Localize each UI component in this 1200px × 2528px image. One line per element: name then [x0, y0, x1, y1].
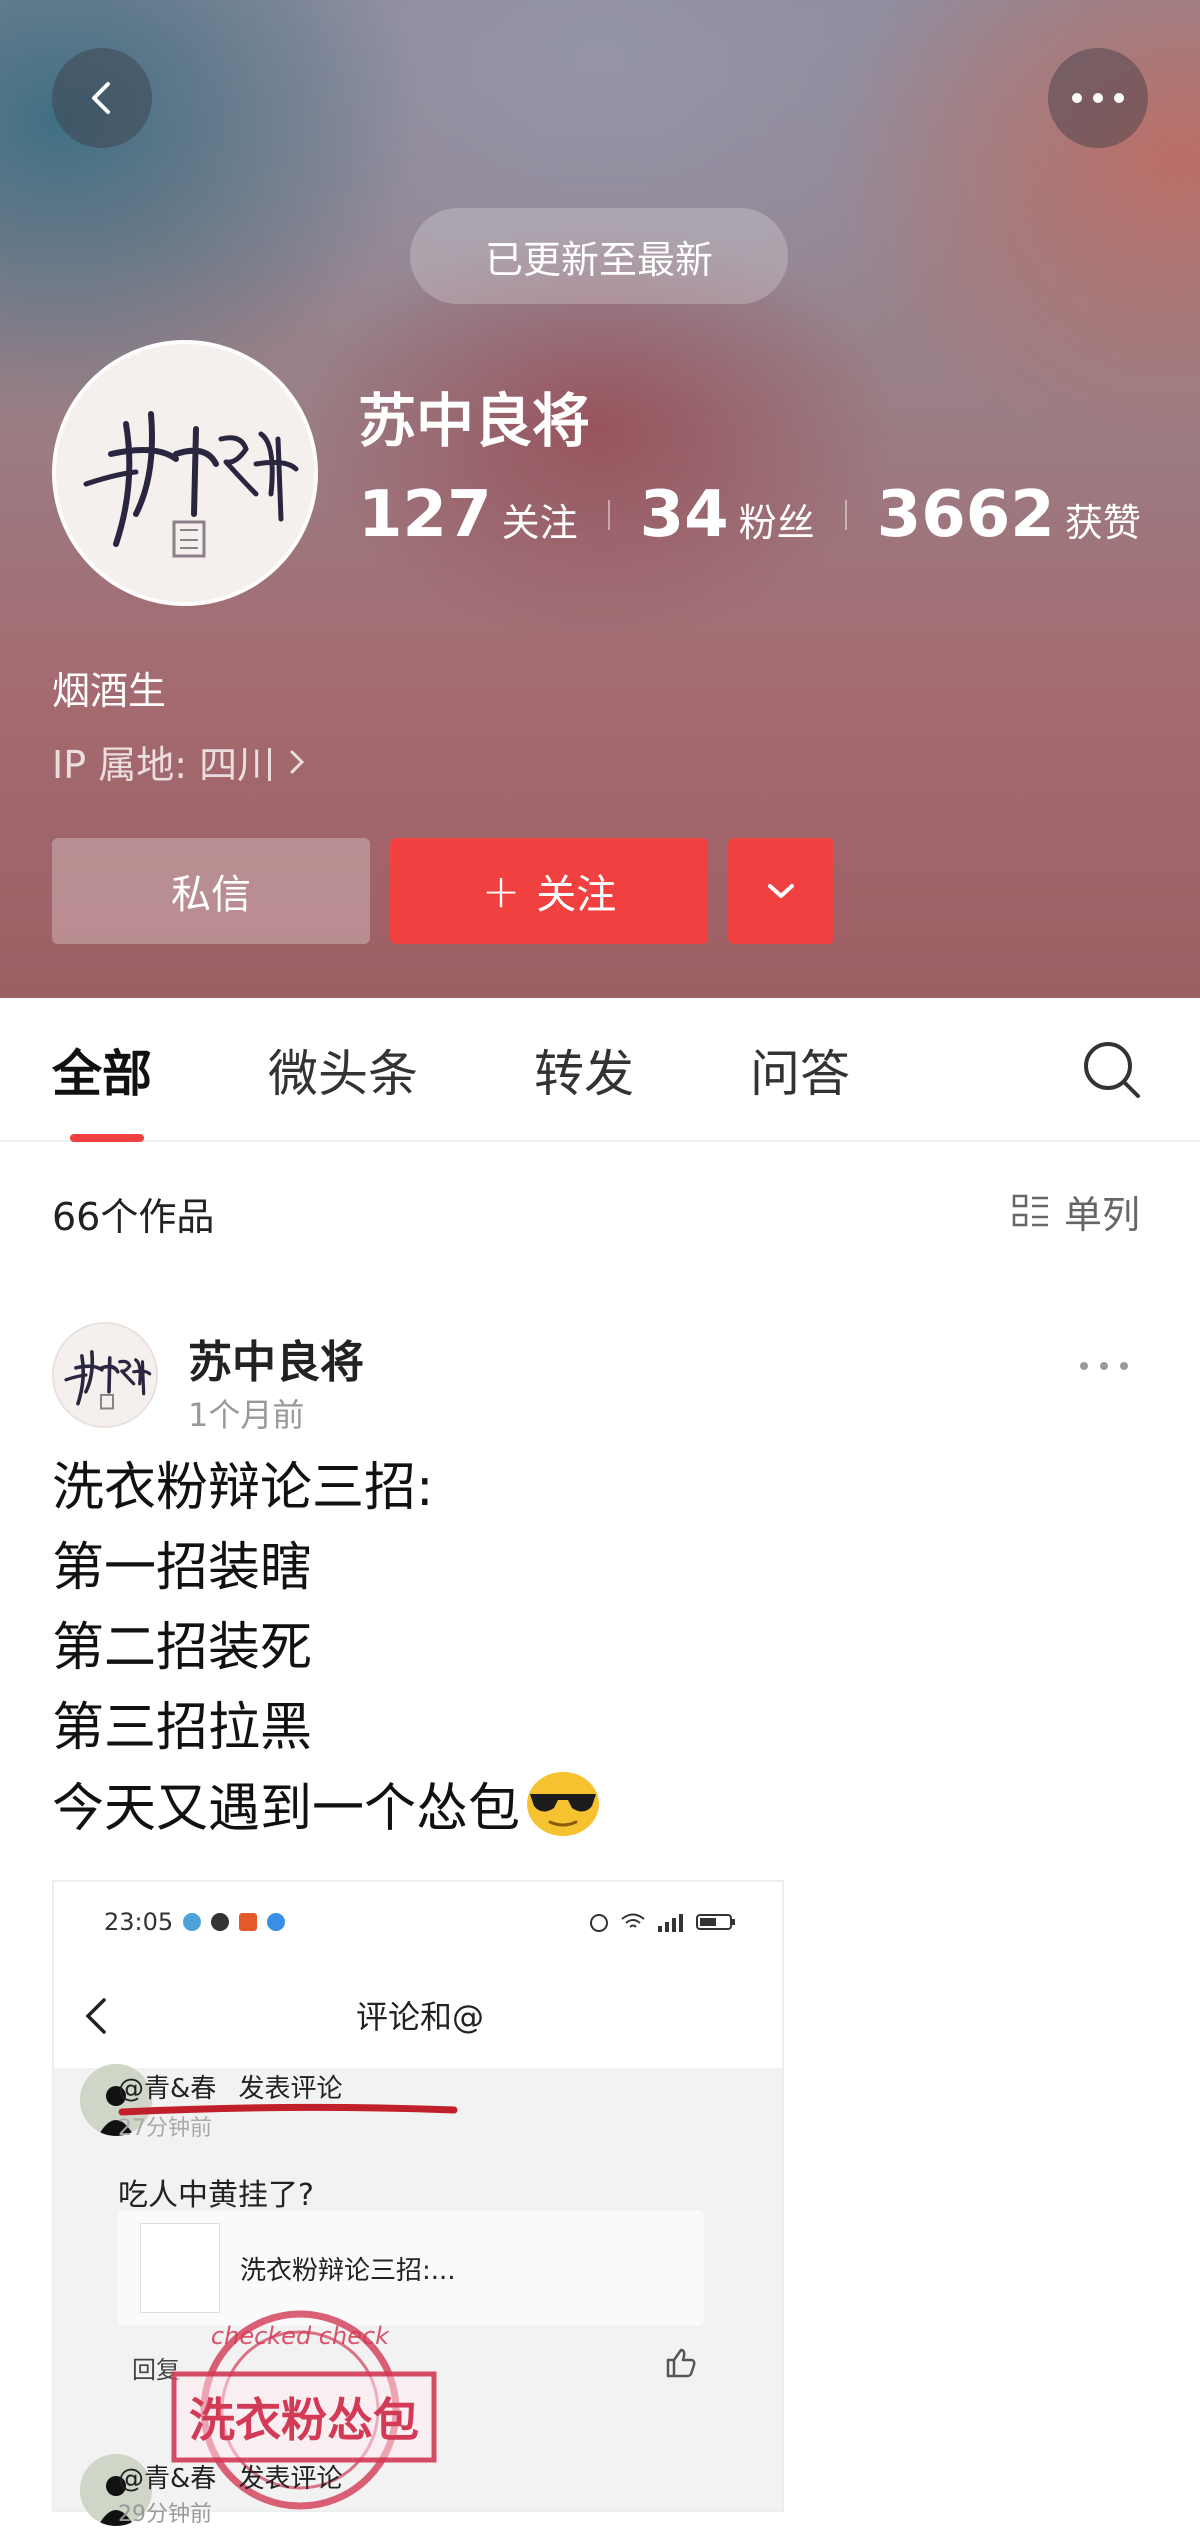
- thumbs-up-icon: [666, 2348, 696, 2378]
- likes-label: 获赞: [1064, 501, 1141, 545]
- dot: [1100, 1362, 1108, 1370]
- comment-text: 吃人中黄挂了?: [118, 2178, 314, 2213]
- ip-location-text: IP 属地: 四川: [52, 743, 276, 787]
- dot: [1120, 1362, 1128, 1370]
- followers-label[interactable]: 粉丝: [739, 492, 815, 547]
- comment-time: 29分钟前: [118, 2502, 212, 2527]
- profile-avatar[interactable]: [52, 340, 318, 606]
- shot-status-icons: [588, 1911, 736, 1933]
- signal-icon: [658, 1914, 683, 1932]
- chevron-right-icon: [290, 750, 305, 773]
- active-tab-indicator: [70, 1134, 144, 1142]
- follow-button[interactable]: + 关注: [390, 838, 708, 944]
- plus-icon: +: [481, 864, 521, 918]
- back-button[interactable]: [52, 48, 152, 148]
- chevron-left-icon: [92, 82, 110, 114]
- ip-location-link[interactable]: IP 属地: 四川: [52, 734, 305, 789]
- message-button[interactable]: 私信: [52, 838, 370, 944]
- post-line: 今天又遇到一个怂包: [52, 1779, 521, 1839]
- shot-status-time: 23:05: [104, 1908, 174, 1936]
- followers-count[interactable]: 34: [640, 478, 729, 552]
- search-icon[interactable]: [1080, 1038, 1144, 1102]
- shot-title: 评论和@: [355, 1998, 484, 2036]
- content-tabs: 全部 微头条 转发 问答: [0, 998, 1200, 1142]
- stat-divider: [844, 500, 847, 530]
- app-dot-icon: [183, 1913, 202, 1931]
- post-line: 第三招拉黑: [52, 1698, 313, 1758]
- chevron-left-icon: [85, 1998, 106, 2034]
- shot-nav-bar: 评论和@: [54, 1962, 782, 2068]
- more-horizontal-icon: [1072, 93, 1124, 103]
- comment-action: 发表评论: [238, 2464, 343, 2494]
- commenter-name: @青&春: [118, 2464, 217, 2494]
- profile-name: 苏中良将: [358, 387, 591, 455]
- alarm-icon: [590, 1914, 608, 1932]
- chat-dot-icon: [211, 1913, 230, 1931]
- commenter-line: @青&春 发表评论: [118, 2458, 343, 2495]
- dot: [1080, 1362, 1088, 1370]
- list-layout-icon: [1012, 1194, 1048, 1226]
- shot-status-bar: 23:05: [54, 1882, 782, 1962]
- wifi-icon: [621, 1913, 645, 1928]
- post-body[interactable]: 洗衣粉辩论三招: 第一招装瞎 第二招装死 第三招拉黑 今天又遇到一个怂包: [52, 1448, 602, 1849]
- likes-count: 3662: [876, 478, 1055, 552]
- layout-toggle-button[interactable]: 单列: [1012, 1184, 1140, 1239]
- post-line: 洗衣粉辩论三招:: [52, 1458, 434, 1518]
- calligraphy-logo-image: [54, 1324, 156, 1426]
- follow-button-label: 关注: [536, 872, 617, 918]
- chevron-down-icon: [768, 884, 794, 898]
- app-badge-icon: [239, 1913, 258, 1931]
- layout-toggle-label: 单列: [1064, 1193, 1141, 1237]
- post-author-avatar[interactable]: [52, 1322, 158, 1428]
- stat-divider: [607, 500, 610, 530]
- post-author-name[interactable]: 苏中良将: [188, 1326, 364, 1390]
- tab-all[interactable]: 全部: [52, 1034, 152, 1106]
- calligraphy-logo-image: [56, 344, 314, 602]
- follow-dropdown-button[interactable]: [728, 838, 834, 944]
- more-options-button[interactable]: [1048, 48, 1148, 148]
- message-button-label: 私信: [171, 872, 251, 918]
- linked-post-text: 洗衣粉辩论三招:...: [240, 2255, 456, 2286]
- profile-signature: 烟酒生: [52, 669, 167, 713]
- tab-micro-headlines[interactable]: 微头条: [268, 1034, 418, 1106]
- tab-reposts[interactable]: 转发: [534, 1034, 634, 1106]
- app-dot-icon: [267, 1913, 286, 1931]
- battery-icon: [696, 1914, 735, 1930]
- works-count: 66个作品: [52, 1195, 215, 1239]
- sunglasses-emoji-icon: [527, 1772, 600, 1836]
- post-line-with-emoji: 今天又遇到一个怂包: [52, 1768, 602, 1849]
- post-line: 第一招装瞎: [52, 1538, 313, 1598]
- post-line: 第二招装死: [52, 1618, 313, 1678]
- stamp-ring-text: checked check: [211, 2322, 390, 2350]
- post-timestamp: 1个月前: [188, 1396, 305, 1434]
- following-label[interactable]: 关注: [502, 492, 578, 547]
- updated-status-pill: 已更新至最新: [410, 208, 788, 304]
- post-more-icon[interactable]: [1080, 1362, 1128, 1370]
- tab-qa[interactable]: 问答: [750, 1034, 850, 1106]
- comment-time: 27分钟前: [118, 2116, 212, 2141]
- stamp-text: 洗衣粉怂包: [189, 2393, 419, 2447]
- profile-stats: 127 关注 34 粉丝 3662 获赞: [358, 478, 1141, 552]
- following-count[interactable]: 127: [358, 478, 492, 552]
- profile-header: 已更新至最新 苏中良将 127 关注 34 粉丝 3662 获赞 烟酒生 IP …: [0, 0, 1200, 998]
